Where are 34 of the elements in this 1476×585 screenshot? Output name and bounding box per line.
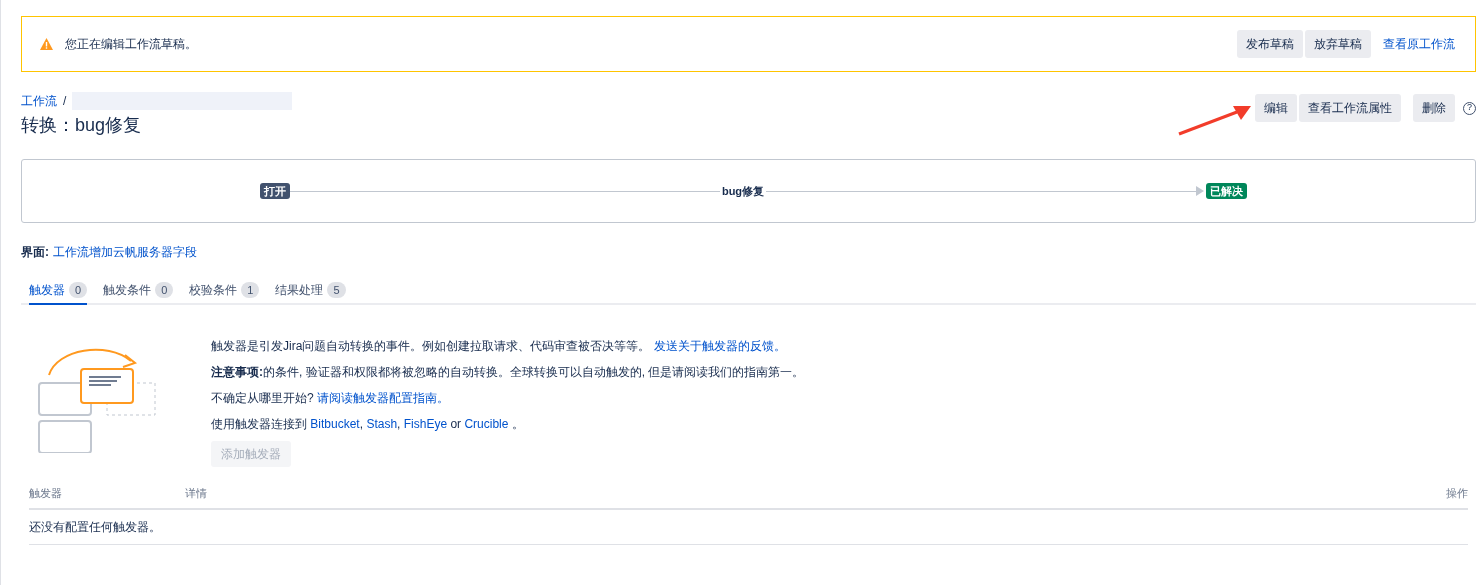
screen-label: 界面:	[21, 244, 49, 261]
status-lozenge: 已解决	[1206, 182, 1247, 200]
banner-button[interactable]: 发布草稿	[1237, 30, 1303, 58]
help-link[interactable]: Crucible	[464, 417, 509, 431]
banner-button[interactable]: 放弃草稿	[1305, 30, 1371, 58]
intro-paragraph: 触发器是引发Jira问题自动转换的事件。例如创建拉取请求、代码审查被否决等等。 发送关于触发器的反馈。	[211, 338, 787, 355]
help-link[interactable]: FishEye	[403, 417, 448, 431]
transition-label: bug修复	[720, 183, 766, 199]
intro-paragraph: 不确定从哪里开始? 请阅读触发器配置指南。	[211, 390, 450, 407]
tab[interactable]: 结果处理 5	[275, 281, 346, 303]
banner-message: 您正在编辑工作流草稿。	[65, 36, 197, 53]
page-title: 转换：bug修复	[21, 114, 143, 137]
help-link[interactable]: 请阅读触发器配置指南。	[317, 391, 449, 405]
action-button[interactable]: 查看工作流属性	[1299, 94, 1401, 122]
tab[interactable]: 触发器 0	[29, 281, 88, 305]
column-header: 操作	[1446, 486, 1468, 501]
empty-table-message: 还没有配置任何触发器。	[29, 519, 161, 534]
column-header: 触发器	[29, 486, 63, 501]
warning-icon	[40, 38, 53, 50]
delete-button[interactable]: 删除	[1413, 94, 1455, 122]
status-lozenge: 打开	[260, 182, 290, 200]
intro-paragraph: 使用触发器连接到 Bitbucket, Stash, FishEye or Crucible 。	[211, 416, 525, 433]
help-link[interactable]: 发送关于触发器的反馈。	[653, 339, 786, 353]
breadcrumb-separator: /	[63, 93, 67, 110]
help-link[interactable]: Bitbucket	[310, 417, 360, 431]
breadcrumb-link[interactable]: 工作流	[21, 92, 57, 110]
intro-paragraph: 注意事项:的条件, 验证器和权限都将被忽略的自动转换。全球转换可以自动触发的, 但是请阅读我们的指南第一。	[211, 364, 805, 381]
view-original-link[interactable]: 查看原工作流	[1383, 35, 1455, 53]
column-header: 详情	[185, 486, 207, 501]
annotation-arrow-icon	[1177, 104, 1253, 136]
tab[interactable]: 校验条件 1	[189, 281, 260, 303]
screen-link[interactable]: 工作流增加云帆服务器字段	[53, 243, 197, 261]
tab[interactable]: 触发条件 0	[103, 281, 174, 303]
action-button[interactable]: 编辑	[1255, 94, 1297, 122]
